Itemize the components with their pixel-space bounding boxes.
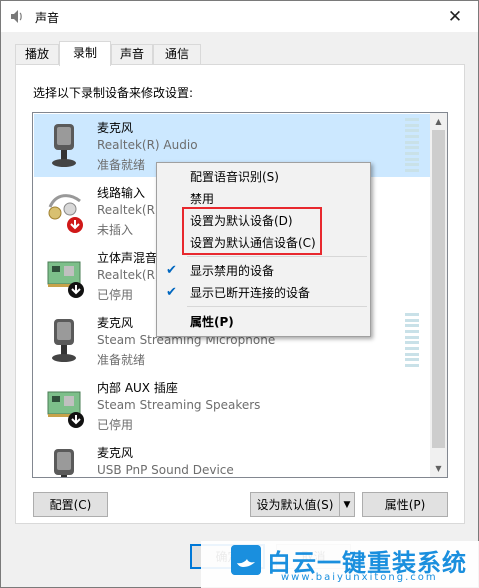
tab-recording[interactable]: 录制 (59, 41, 111, 66)
device-name: 麦克风 (97, 121, 134, 135)
instruction-text: 选择以下录制设备来修改设置: (33, 86, 194, 100)
level-meter (405, 313, 419, 367)
set-default-dropdown-arrow[interactable]: ▼ (339, 492, 355, 517)
menu-item-label: 属性(P) (190, 315, 234, 329)
checkmark-icon: ✔ (166, 263, 177, 278)
menu-item-show-disconnected[interactable]: ✔ 显示已断开连接的设备 (157, 282, 370, 304)
sound-dialog: 声音 ✕ 播放 录制 声音 通信 选择以下录制设备来修改设置: 麦克风 Real… (0, 0, 479, 588)
device-name: 线路输入 (97, 186, 146, 200)
menu-item-properties[interactable]: 属性(P) (157, 311, 370, 333)
close-button[interactable]: ✕ (432, 1, 478, 32)
title-bar: 声音 ✕ (1, 1, 478, 32)
menu-item-label: 显示禁用的设备 (190, 264, 275, 278)
device-status: 准备就绪 (97, 353, 146, 367)
device-name: 内部 AUX 插座 (97, 381, 178, 395)
sound-card-icon (47, 391, 84, 428)
scroll-up-icon[interactable]: ▲ (430, 113, 447, 130)
device-driver: Realtek(R) (97, 203, 160, 217)
scroll-down-icon[interactable]: ▼ (430, 460, 447, 477)
menu-separator (187, 256, 367, 257)
menu-item-label: 显示已断开连接的设备 (190, 286, 311, 300)
scroll-thumb[interactable] (432, 130, 445, 448)
device-driver: Realtek(R) Audio (97, 138, 198, 152)
speaker-icon (11, 10, 22, 23)
device-status: 准备就绪 (97, 158, 146, 172)
configure-button[interactable]: 配置(C) (33, 492, 108, 517)
device-driver: USB PnP Sound Device (97, 463, 234, 477)
tab-communications[interactable]: 通信 (153, 44, 201, 65)
device-name: 立体声混音 (97, 251, 158, 265)
tab-playback[interactable]: 播放 (15, 44, 59, 65)
window-title: 声音 (35, 11, 60, 25)
microphone-icon (52, 124, 76, 167)
menu-item-configure-speech[interactable]: 配置语音识别(S) (157, 166, 370, 188)
device-status: 未插入 (97, 223, 134, 237)
device-driver: Steam Streaming Speakers (97, 398, 261, 412)
list-item[interactable]: 麦克风 USB PnP Sound Device (34, 439, 430, 477)
watermark: 白云一键重装系统 www.baiyunxitong.com (201, 541, 479, 588)
level-meter (405, 118, 419, 172)
chevron-down-icon: ▼ (343, 499, 351, 510)
microphone-icon (54, 449, 74, 477)
line-in-icon (48, 194, 83, 233)
set-default-button[interactable]: 设为默认值(S) (250, 492, 340, 517)
bird-logo-icon (231, 545, 261, 575)
menu-item-label: 配置语音识别(S) (190, 170, 279, 184)
device-name: 麦克风 (97, 446, 134, 460)
annotation-highlight-box (182, 207, 322, 255)
list-scrollbar[interactable]: ▲ ▼ (430, 113, 447, 477)
device-status: 已停用 (97, 418, 134, 432)
list-item[interactable]: 内部 AUX 插座 Steam Streaming Speakers 已停用 (34, 374, 430, 437)
close-icon: ✕ (447, 6, 463, 27)
tab-sounds[interactable]: 声音 (111, 44, 153, 65)
properties-button[interactable]: 属性(P) (362, 492, 448, 517)
microphone-icon (52, 319, 76, 362)
device-driver: Realtek(R) (97, 268, 160, 282)
device-status: 已停用 (97, 288, 134, 302)
device-name: 麦克风 (97, 316, 134, 330)
menu-separator (187, 306, 367, 307)
watermark-url: www.baiyunxitong.com (281, 572, 438, 583)
menu-item-show-disabled[interactable]: ✔ 显示禁用的设备 (157, 260, 370, 282)
menu-item-label: 禁用 (190, 192, 215, 206)
sound-card-icon (47, 261, 84, 298)
checkmark-icon: ✔ (166, 285, 177, 300)
